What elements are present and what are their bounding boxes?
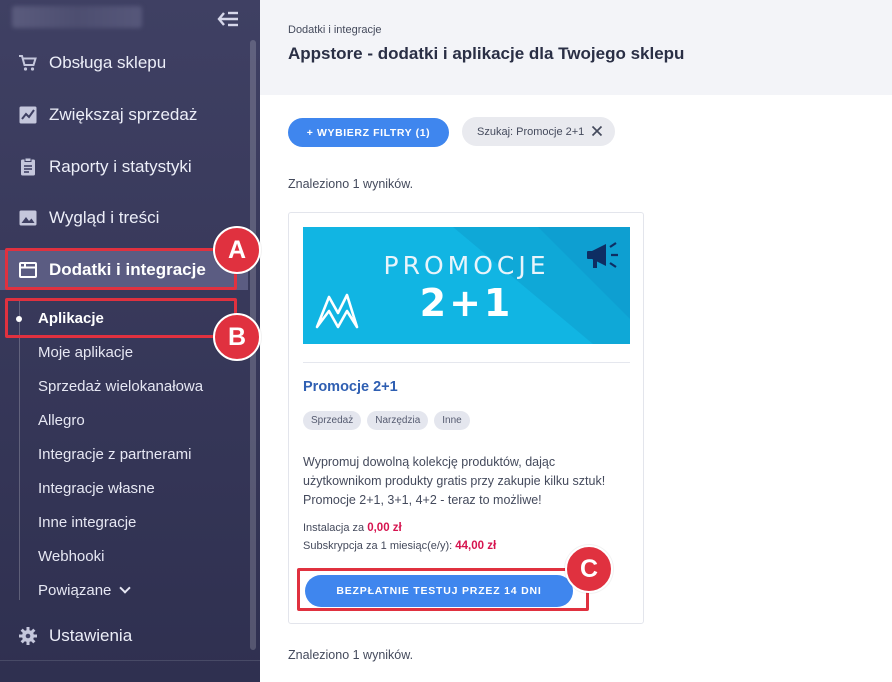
tag-badge: Sprzedaż [303,411,362,430]
tag-badge: Inne [434,411,470,430]
subnav-item-webhooki[interactable]: Webhooki [0,541,248,571]
app-tags: Sprzedaż Narzędzia Inne [303,411,470,430]
subnav-item-label: Inne integracje [38,513,137,531]
sidebar-item-label: Ustawienia [49,626,133,645]
collapse-left-icon[interactable] [216,9,240,29]
sidebar-item-label: Obsługa sklepu [49,53,167,72]
sidebar-divider [0,660,260,661]
free-trial-button[interactable]: BEZPŁATNIE TESTUJ PRZEZ 14 DNI [305,575,573,607]
page-title: Appstore - dodatki i aplikacje dla Twoje… [288,44,685,63]
search-filter-chip: Szukaj: Promocje 2+1 [462,117,615,146]
sidebar-item-obsluga-sklepu[interactable]: Obsługa sklepu [0,43,248,83]
close-icon[interactable] [591,125,603,137]
banner-title-line1: PROMOCJE [383,251,550,280]
subnav-item-moje-aplikacje[interactable]: Moje aplikacje [0,337,248,367]
subnav-item-inne-integracje[interactable]: Inne integracje [0,507,248,537]
app-description: Wypromuj dowolną kolekcję produktów, daj… [303,455,606,507]
subnav-item-label: Powiązane [38,581,112,599]
subnav-item-integracje-wlasne[interactable]: Integracje własne [0,473,248,503]
sidebar-item-label: Raporty i statystyki [49,157,192,176]
app-title[interactable]: Promocje 2+1 [303,379,398,395]
subnav-item-label: Integracje z partnerami [38,445,192,463]
tag-badge: Narzędzia [367,411,429,430]
logo [12,6,142,28]
sidebar-item-raporty[interactable]: Raporty i statystyki [0,147,248,187]
subnav-item-label: Moje aplikacje [38,343,134,361]
subnav-item-integracje-z-partnerami[interactable]: Integracje z partnerami [0,439,248,469]
results-count-top: Znaleziono 1 wyników. [288,177,414,191]
gear-icon [18,626,38,646]
annotation-marker-a: A [213,226,261,274]
chevron-down-icon [119,582,132,594]
subnav-item-label: Sprzedaż wielokanałowa [38,377,204,395]
card-divider [303,362,630,363]
subnav-item-label: Webhooki [38,547,105,565]
annotation-marker-b: B [213,313,261,361]
subnav-item-label: Integracje własne [38,479,155,497]
subnav-item-powiazane[interactable]: Powiązane [0,575,248,605]
sidebar-item-label: Zwiększaj sprzedaż [49,105,198,124]
cart-icon [18,53,38,73]
sidebar-item-wyglad[interactable]: Wygląd i treści [0,198,248,238]
window-icon [18,260,38,280]
active-dot-icon [16,316,22,322]
subnav-item-label: Allegro [38,411,85,429]
install-price-label: Instalacja za [303,522,365,534]
subscription-price-label: Subskrypcja za 1 miesiąc(e/y): [303,540,453,552]
search-filter-chip-label: Szukaj: Promocje 2+1 [477,125,585,138]
banner-title-line2: 2+1 [419,281,514,325]
subscription-price-line: Subskrypcja za 1 miesiąc(e/y): 44,00 zł [303,540,496,552]
image-icon [18,208,38,228]
sidebar-item-dodatki-i-integracje[interactable]: Dodatki i integracje [0,250,248,290]
sidebar-item-label: Dodatki i integracje [49,260,206,279]
chart-icon [18,105,38,125]
subnav-item-aplikacje[interactable]: Aplikacje [0,303,248,333]
subnav-item-allegro[interactable]: Allegro [0,405,248,435]
sidebar-item-ustawienia[interactable]: Ustawienia [0,616,248,656]
page-header: Dodatki i integracje Appstore - dodatki … [260,0,892,95]
install-price-line: Instalacja za 0,00 zł [303,522,402,534]
install-price-value: 0,00 zł [367,522,402,534]
sidebar-top [0,0,260,38]
results-count-bottom: Znaleziono 1 wyników. [288,648,414,662]
breadcrumb[interactable]: Dodatki i integracje [288,24,382,36]
clipboard-icon [18,157,38,177]
sidebar-item-zwiekszaj-sprzedaz[interactable]: Zwiększaj sprzedaż [0,95,248,135]
sidebar-item-label: Wygląd i treści [49,208,160,227]
subnav-item-label: Aplikacje [38,309,104,327]
choose-filters-button[interactable]: + WYBIERZ FILTRY (1) [288,118,449,147]
annotation-marker-c: C [565,545,613,593]
app-banner-image[interactable]: PROMOCJE 2+1 [303,227,630,344]
subscription-price-value: 44,00 zł [455,540,497,552]
subnav-item-sprzedaz-wielokanalowa[interactable]: Sprzedaż wielokanałowa [0,371,248,401]
